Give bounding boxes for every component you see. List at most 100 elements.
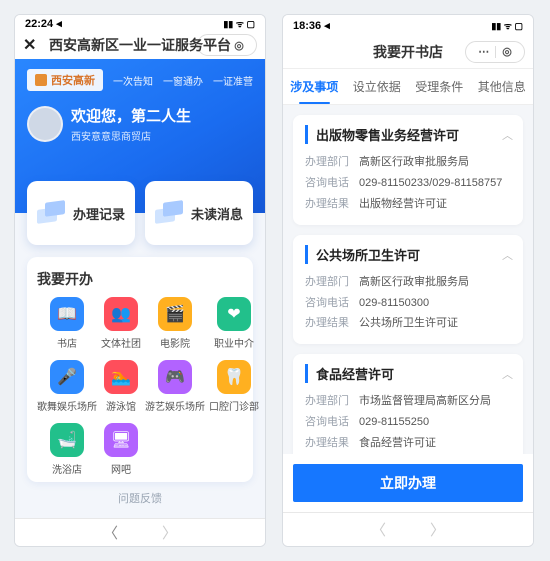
cta-wrap: 立即办理 bbox=[283, 454, 533, 512]
status-bar: 22:24 ◂ ▮▮ ᯤ ▢ bbox=[15, 15, 265, 31]
value-dept: 高新区行政审批服务局 bbox=[359, 272, 511, 293]
app-label: 网吧 bbox=[111, 461, 131, 476]
app-label: 口腔门诊部 bbox=[209, 398, 259, 413]
messages-icon bbox=[155, 200, 183, 226]
tab-item[interactable]: 涉及事项 bbox=[283, 69, 346, 104]
label-result: 办理结果 bbox=[305, 433, 359, 454]
app-item[interactable]: 🦷 口腔门诊部 bbox=[209, 360, 259, 413]
permit-card[interactable]: 食品经营许可︿办理部门市场监督管理局高新区分局咨询电话029-81155250办… bbox=[293, 354, 523, 454]
chevron-up-icon[interactable]: ︿ bbox=[502, 366, 513, 382]
chevron-up-icon[interactable]: ︿ bbox=[502, 247, 513, 263]
permit-card[interactable]: 公共场所卫生许可︿ 办理部门高新区行政审批服务局咨询电话029-81150300办… bbox=[293, 235, 523, 345]
app-label: 职业中介 bbox=[214, 335, 254, 350]
card-history[interactable]: 办理记录 bbox=[27, 181, 135, 245]
page-title: 西安高新区一业一证服务平台 bbox=[15, 35, 265, 55]
hero-slogan: 一次告知 一窗通办 一证准营 bbox=[113, 73, 253, 88]
permit-card[interactable]: 出版物零售业务经营许可︿ 办理部门高新区行政审批服务局咨询电话029-811502… bbox=[293, 115, 523, 225]
chevron-up-icon[interactable]: ︿ bbox=[502, 127, 513, 143]
app-icon: 🎮 bbox=[158, 360, 192, 394]
app-icon: 🎤 bbox=[50, 360, 84, 394]
card-title: 公共场所卫生许可 bbox=[305, 245, 511, 264]
org-text: 西安意意思商贸店 bbox=[71, 128, 191, 143]
label-phone: 咨询电话 bbox=[305, 173, 359, 194]
app-item[interactable]: 🖥 网吧 bbox=[101, 423, 141, 476]
brand-badge: 西安高新 bbox=[27, 69, 103, 91]
tab-item[interactable]: 其他信息 bbox=[471, 69, 534, 104]
value-result: 公共场所卫生许可证 bbox=[359, 313, 511, 334]
label-dept: 办理部门 bbox=[305, 152, 359, 173]
app-grid: 📖书店👥文体社团🎬电影院❤职业中介🎤歌舞娱乐场所🏊游泳馆🎮游艺娱乐场所🦷口腔门诊… bbox=[37, 297, 243, 476]
value-dept: 市场监督管理局高新区分局 bbox=[359, 391, 511, 412]
app-item[interactable]: 👥文体社团 bbox=[101, 297, 141, 350]
app-icon: 🛁 bbox=[50, 423, 84, 457]
status-time: 18:36 ◂ bbox=[293, 19, 330, 32]
nav-forward-icon[interactable]: 〉 bbox=[162, 522, 177, 543]
status-bar: 18:36 ◂ ▮▮ ᯤ ▢ bbox=[283, 15, 533, 35]
feedback-link[interactable]: 问题反馈 bbox=[27, 482, 253, 510]
status-indicators: ▮▮ ᯤ ▢ bbox=[223, 17, 255, 30]
app-item[interactable]: ❤ 职业中介 bbox=[209, 297, 259, 350]
label-dept: 办理部门 bbox=[305, 272, 359, 293]
app-icon: 🖥 bbox=[104, 423, 138, 457]
app-label: 电影院 bbox=[160, 335, 190, 350]
tab-item[interactable]: 受理条件 bbox=[408, 69, 471, 104]
page-title: 我要开书店 bbox=[283, 42, 533, 62]
app-label: 洗浴店 bbox=[52, 461, 82, 476]
app-icon: 🏊 bbox=[104, 360, 138, 394]
navbar: ✕ 西安高新区一业一证服务平台 ⋯ ◎ bbox=[15, 31, 265, 59]
app-icon: 🎬 bbox=[158, 297, 192, 331]
left-main: 我要开办 📖 书店 👥文体社团 🎬 电影院 ❤ 职业中介 🎤 歌舞娱乐场所 🏊 游泳馆 🎮 游艺娱乐场所… bbox=[15, 213, 265, 518]
card-history-label: 办理记录 bbox=[73, 204, 125, 223]
value-phone: 029-81150233/029-81158757 bbox=[359, 173, 511, 194]
panel-title: 我要开办 bbox=[37, 269, 243, 289]
label-phone: 咨询电话 bbox=[305, 293, 359, 314]
avatar[interactable] bbox=[27, 106, 63, 142]
app-label: 歌舞娱乐场所 bbox=[37, 398, 97, 413]
phone-left: 22:24 ◂ ▮▮ ᯤ ▢ ✕ 西安高新区一业一证服务平台 ⋯ ◎ 西安高新 … bbox=[14, 14, 266, 547]
brand-text: 西安高新 bbox=[51, 72, 95, 88]
phone-right: 18:36 ◂ ▮▮ ᯤ ▢ 我要开书店 ⋯ ◎ 涉及事项设立依据受理条件其他信… bbox=[282, 14, 534, 547]
right-main: 出版物零售业务经营许可︿办理部门高新区行政审批服务局咨询电话029-811502… bbox=[283, 105, 533, 454]
app-label: 书店 bbox=[57, 335, 77, 350]
hero: 西安高新 一次告知 一窗通办 一证准营 欢迎您，第二人生 西安意意思商贸店 办理… bbox=[15, 59, 265, 213]
value-phone: 029-81150300 bbox=[359, 293, 511, 314]
brand-row: 西安高新 一次告知 一窗通办 一证准营 bbox=[27, 69, 253, 91]
app-label: 游艺娱乐场所 bbox=[145, 398, 205, 413]
value-phone: 029-81155250 bbox=[359, 412, 511, 433]
bottom-nav: 〈 〉 bbox=[283, 512, 533, 546]
submit-button[interactable]: 立即办理 bbox=[293, 464, 523, 502]
app-item[interactable]: 🛁 洗浴店 bbox=[37, 423, 97, 476]
value-dept: 高新区行政审批服务局 bbox=[359, 152, 511, 173]
app-label: 游泳馆 bbox=[106, 398, 136, 413]
value-result: 出版物经营许可证 bbox=[359, 194, 511, 215]
app-item[interactable]: 📖 书店 bbox=[37, 297, 97, 350]
app-item[interactable]: 🏊 游泳馆 bbox=[101, 360, 141, 413]
card-title: 出版物零售业务经营许可 bbox=[305, 125, 511, 144]
value-result: 食品经营许可证 bbox=[359, 433, 511, 454]
label-result: 办理结果 bbox=[305, 313, 359, 334]
app-icon: 📖 bbox=[50, 297, 84, 331]
brand-logo-icon bbox=[35, 74, 47, 86]
navbar: 我要开书店 ⋯ ◎ bbox=[283, 35, 533, 69]
welcome-block: 欢迎您，第二人生 西安意意思商贸店 bbox=[27, 105, 253, 143]
card-title: 食品经营许可 bbox=[305, 364, 511, 383]
bottom-nav: 〈 〉 bbox=[15, 518, 265, 546]
app-item[interactable]: 🎮 游艺娱乐场所 bbox=[145, 360, 205, 413]
welcome-text: 欢迎您，第二人生 bbox=[71, 105, 191, 126]
app-label: 文体社团 bbox=[101, 335, 141, 350]
tab-item[interactable]: 设立依据 bbox=[346, 69, 409, 104]
app-item[interactable]: 🎬 电影院 bbox=[145, 297, 205, 350]
open-panel: 我要开办 📖 书店 👥文体社团 🎬 电影院 ❤ 职业中介 🎤 歌舞娱乐场所 🏊 游泳馆 🎮 游艺娱乐场所… bbox=[27, 257, 253, 482]
tab-bar: 涉及事项设立依据受理条件其他信息 bbox=[283, 69, 533, 105]
app-item[interactable]: 🎤 歌舞娱乐场所 bbox=[37, 360, 97, 413]
app-icon: 🦷 bbox=[217, 360, 251, 394]
label-dept: 办理部门 bbox=[305, 391, 359, 412]
nav-back-icon[interactable]: 〈 bbox=[103, 522, 118, 543]
card-messages[interactable]: 未读消息 bbox=[145, 181, 253, 245]
card-messages-label: 未读消息 bbox=[191, 204, 243, 223]
app-icon: ❤ bbox=[217, 297, 251, 331]
nav-forward-icon[interactable]: 〉 bbox=[430, 519, 445, 540]
hero-cards: 办理记录 未读消息 bbox=[27, 181, 253, 245]
status-indicators: ▮▮ ᯤ ▢ bbox=[491, 19, 523, 32]
nav-back-icon[interactable]: 〈 bbox=[371, 519, 386, 540]
